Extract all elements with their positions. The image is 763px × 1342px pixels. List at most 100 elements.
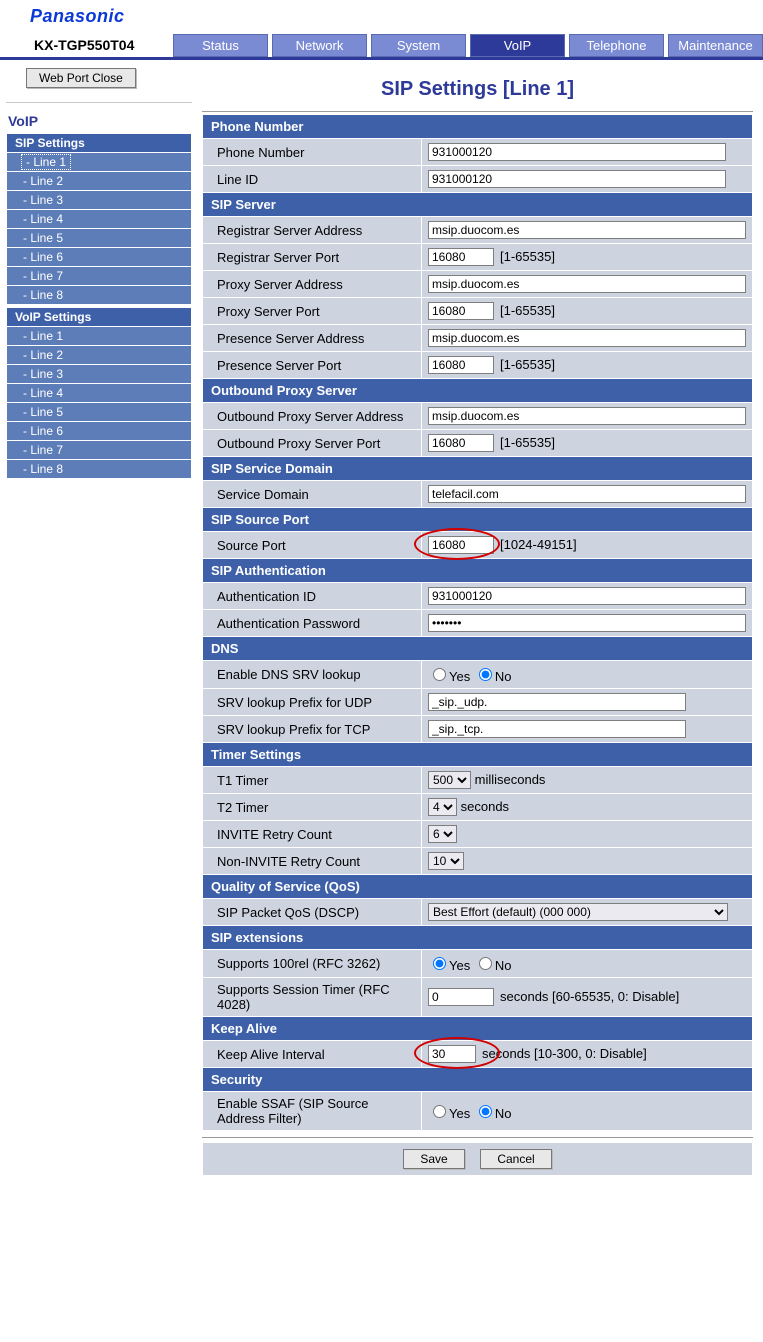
input-presence-address[interactable] xyxy=(428,329,746,347)
sidebar-item-line-5-voip[interactable]: - Line 5 xyxy=(7,403,192,422)
input-keep-alive[interactable] xyxy=(428,1045,476,1063)
sidebar-item-line-6-voip[interactable]: - Line 6 xyxy=(7,422,192,441)
input-srv-udp[interactable] xyxy=(428,693,686,711)
input-presence-port[interactable] xyxy=(428,356,494,374)
hint-registrar-port: [1-65535] xyxy=(500,249,555,264)
input-ob-proxy-port[interactable] xyxy=(428,434,494,452)
label-auth-id: Authentication ID xyxy=(203,583,422,610)
label-service-domain: Service Domain xyxy=(203,481,422,508)
page-title: SIP Settings [Line 1] xyxy=(202,78,753,101)
radio-ssaf-yes[interactable] xyxy=(433,1105,446,1118)
input-phone-number[interactable] xyxy=(428,143,726,161)
label-proxy-port: Proxy Server Port xyxy=(203,298,422,325)
label-ob-proxy-address: Outbound Proxy Server Address xyxy=(203,403,422,430)
sidebar-item-line-8-sip[interactable]: - Line 8 xyxy=(7,286,192,305)
section-authentication: SIP Authentication xyxy=(203,559,753,583)
input-proxy-address[interactable] xyxy=(428,275,746,293)
sidebar-item-line-1-sip[interactable]: - Line 1 xyxy=(7,153,192,172)
text-yes: Yes xyxy=(449,1106,470,1121)
select-t1-timer[interactable]: 500 xyxy=(428,771,471,789)
web-port-close-button[interactable]: Web Port Close xyxy=(26,68,136,88)
hint-presence-port: [1-65535] xyxy=(500,357,555,372)
sidebar-item-line-8-voip[interactable]: - Line 8 xyxy=(7,460,192,479)
input-line-id[interactable] xyxy=(428,170,726,188)
input-registrar-port[interactable] xyxy=(428,248,494,266)
sidebar-item-line-1-voip[interactable]: - Line 1 xyxy=(7,327,192,346)
hint-proxy-port: [1-65535] xyxy=(500,303,555,318)
cancel-button[interactable]: Cancel xyxy=(480,1149,551,1169)
sidebar-group-sip-settings[interactable]: SIP Settings xyxy=(7,134,192,153)
input-registrar-address[interactable] xyxy=(428,221,746,239)
sidebar-item-line-3-sip[interactable]: - Line 3 xyxy=(7,191,192,210)
radio-ssaf-no[interactable] xyxy=(479,1105,492,1118)
sidebar-item-line-7-sip[interactable]: - Line 7 xyxy=(7,267,192,286)
input-srv-tcp[interactable] xyxy=(428,720,686,738)
section-sip-server: SIP Server xyxy=(203,193,753,217)
hint-keep-alive: seconds [10-300, 0: Disable] xyxy=(482,1046,647,1061)
label-keep-alive: Keep Alive Interval xyxy=(203,1041,422,1068)
sidebar-item-line-5-sip[interactable]: - Line 5 xyxy=(7,229,192,248)
select-noninvite-retry[interactable]: 10 xyxy=(428,852,464,870)
label-presence-port: Presence Server Port xyxy=(203,352,422,379)
sidebar-item-line-6-sip[interactable]: - Line 6 xyxy=(7,248,192,267)
select-qos-dscp[interactable]: Best Effort (default) (000 000) xyxy=(428,903,728,921)
section-sip-extensions: SIP extensions xyxy=(203,926,753,950)
save-button[interactable]: Save xyxy=(403,1149,464,1169)
label-registrar-port: Registrar Server Port xyxy=(203,244,422,271)
section-keep-alive: Keep Alive xyxy=(203,1017,753,1041)
hint-session-timer: seconds [60-65535, 0: Disable] xyxy=(500,989,679,1004)
section-qos: Quality of Service (QoS) xyxy=(203,875,753,899)
input-service-domain[interactable] xyxy=(428,485,746,503)
radio-100rel-yes[interactable] xyxy=(433,957,446,970)
label-phone-number: Phone Number xyxy=(203,139,422,166)
hint-source-port: [1024-49151] xyxy=(500,537,577,552)
sidebar-item-line-7-voip[interactable]: - Line 7 xyxy=(7,441,192,460)
text-yes: Yes xyxy=(449,958,470,973)
label-t2-timer: T2 Timer xyxy=(203,794,422,821)
tab-maintenance[interactable]: Maintenance xyxy=(668,34,763,57)
unit-t2: seconds xyxy=(461,799,509,814)
sidebar-item-line-4-sip[interactable]: - Line 4 xyxy=(7,210,192,229)
label-auth-password: Authentication Password xyxy=(203,610,422,637)
label-line-id: Line ID xyxy=(203,166,422,193)
input-auth-id[interactable] xyxy=(428,587,746,605)
label-t1-timer: T1 Timer xyxy=(203,767,422,794)
label-proxy-address: Proxy Server Address xyxy=(203,271,422,298)
sidebar-category: VoIP xyxy=(8,113,192,129)
input-source-port[interactable] xyxy=(428,536,494,554)
sidebar-item-line-3-voip[interactable]: - Line 3 xyxy=(7,365,192,384)
input-ob-proxy-address[interactable] xyxy=(428,407,746,425)
section-source-port: SIP Source Port xyxy=(203,508,753,532)
section-timer: Timer Settings xyxy=(203,743,753,767)
brand-logo: Panasonic xyxy=(30,6,763,27)
label-srv-tcp: SRV lookup Prefix for TCP xyxy=(203,716,422,743)
label-noninvite-retry: Non-INVITE Retry Count xyxy=(203,848,422,875)
section-dns: DNS xyxy=(203,637,753,661)
tab-telephone[interactable]: Telephone xyxy=(569,34,664,57)
sidebar-item-line-4-voip[interactable]: - Line 4 xyxy=(7,384,192,403)
tab-system[interactable]: System xyxy=(371,34,466,57)
label-ob-proxy-port: Outbound Proxy Server Port xyxy=(203,430,422,457)
tab-voip[interactable]: VoIP xyxy=(470,34,565,57)
radio-100rel-no[interactable] xyxy=(479,957,492,970)
sidebar-item-line-2-sip[interactable]: - Line 2 xyxy=(7,172,192,191)
text-no: No xyxy=(495,1106,512,1121)
unit-t1: milliseconds xyxy=(475,772,546,787)
label-registrar-address: Registrar Server Address xyxy=(203,217,422,244)
tab-network[interactable]: Network xyxy=(272,34,367,57)
select-t2-timer[interactable]: 4 xyxy=(428,798,457,816)
input-auth-password[interactable] xyxy=(428,614,746,632)
radio-dns-srv-yes[interactable] xyxy=(433,668,446,681)
label-source-port: Source Port xyxy=(203,532,422,559)
input-proxy-port[interactable] xyxy=(428,302,494,320)
text-no: No xyxy=(495,958,512,973)
sidebar-item-line-2-voip[interactable]: - Line 2 xyxy=(7,346,192,365)
text-no: No xyxy=(495,669,512,684)
sidebar-group-voip-settings[interactable]: VoIP Settings xyxy=(7,308,192,327)
input-session-timer[interactable] xyxy=(428,988,494,1006)
section-security: Security xyxy=(203,1068,753,1092)
tab-status[interactable]: Status xyxy=(173,34,268,57)
model-number: KX-TGP550T04 xyxy=(30,27,173,57)
select-invite-retry[interactable]: 6 xyxy=(428,825,457,843)
radio-dns-srv-no[interactable] xyxy=(479,668,492,681)
